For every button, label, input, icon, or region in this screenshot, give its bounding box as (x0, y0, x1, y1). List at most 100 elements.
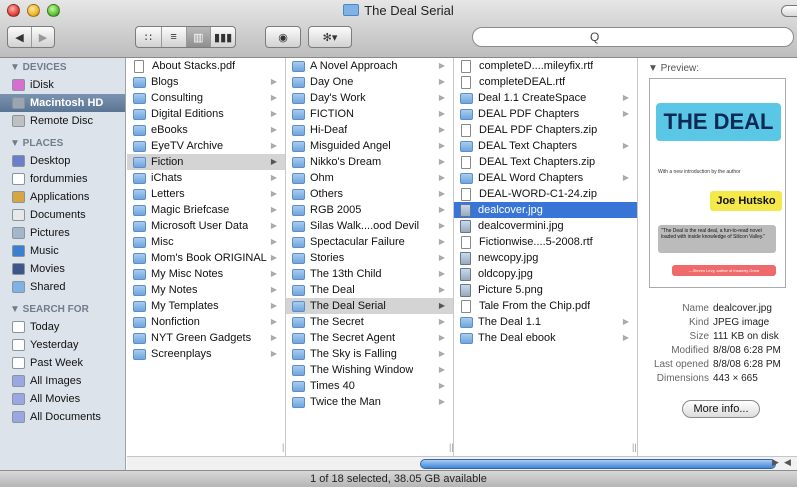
folder-row[interactable]: Magic Briefcase ▶ (127, 202, 285, 218)
scroll-right-arrow[interactable]: ▶ (772, 457, 779, 468)
folder-row[interactable]: Misc ▶ (127, 234, 285, 250)
folder-row[interactable]: Screenplays ▶ (127, 346, 285, 362)
folder-row[interactable]: eBooks ▶ (127, 122, 285, 138)
back-button[interactable]: ◀ (8, 27, 31, 47)
file-row[interactable]: completeDEAL.rtf (454, 74, 637, 90)
folder-row[interactable]: Blogs ▶ (127, 74, 285, 90)
folder-row[interactable]: The Deal ebook ▶ (454, 330, 637, 346)
folder-row[interactable]: My Misc Notes ▶ (127, 266, 285, 282)
file-row[interactable]: DEAL-WORD-C1-24.zip (454, 186, 637, 202)
folder-row[interactable]: Misguided Angel ▶ (286, 138, 453, 154)
icon-view-button[interactable]: ∷ (136, 27, 161, 47)
folder-row[interactable]: Spectacular Failure ▶ (286, 234, 453, 250)
sidebar-item-desktop[interactable]: Desktop (0, 152, 125, 170)
file-row[interactable]: Tale From the Chip.pdf (454, 298, 637, 314)
sidebar-item-idisk[interactable]: iDisk (0, 76, 125, 94)
folder-row[interactable]: DEAL PDF Chapters ▶ (454, 106, 637, 122)
folder-row[interactable]: Deal 1.1 CreateSpace ▶ (454, 90, 637, 106)
folder-row[interactable]: Mom's Book ORIGINAL ▶ (127, 250, 285, 266)
folder-row[interactable]: The Deal Serial ▶ (286, 298, 453, 314)
file-row[interactable]: dealcovermini.jpg (454, 218, 637, 234)
file-row[interactable]: Fictionwise....5-2008.rtf (454, 234, 637, 250)
sidebar-item-movies[interactable]: Movies (0, 260, 125, 278)
folder-row[interactable]: NYT Green Gadgets ▶ (127, 330, 285, 346)
column-view-button[interactable]: ▥ (185, 27, 211, 47)
sidebar-item-label: Past Week (30, 357, 83, 369)
sidebar-item-applications[interactable]: Applications (0, 188, 125, 206)
column-resize-handle[interactable]: || (449, 442, 453, 452)
sidebar-item-yesterday[interactable]: Yesterday (0, 336, 125, 354)
column-3[interactable]: completeD....mileyfix.rtf completeDEAL.rt… (454, 58, 638, 456)
folder-row[interactable]: Consulting ▶ (127, 90, 285, 106)
file-row[interactable]: DEAL Text Chapters.zip (454, 154, 637, 170)
folder-row[interactable]: iChats ▶ (127, 170, 285, 186)
toolbar-toggle-button[interactable] (781, 5, 797, 17)
sidebar-item-today[interactable]: Today (0, 318, 125, 336)
more-info-button[interactable]: More info... (682, 400, 760, 418)
file-row[interactable]: newcopy.jpg (454, 250, 637, 266)
item-label: RGB 2005 (310, 204, 362, 216)
sidebar-item-past-week[interactable]: Past Week (0, 354, 125, 372)
file-row[interactable]: completeD....mileyfix.rtf (454, 58, 637, 74)
column-2[interactable]: A Novel Approach ▶ Day One ▶ Day's Work ▶ FICT… (286, 58, 454, 456)
folder-row[interactable]: Day's Work ▶ (286, 90, 453, 106)
folder-row[interactable]: The 13th Child ▶ (286, 266, 453, 282)
file-row[interactable]: DEAL PDF Chapters.zip (454, 122, 637, 138)
folder-row[interactable]: DEAL Text Chapters ▶ (454, 138, 637, 154)
sidebar-item-fordummies[interactable]: fordummies (0, 170, 125, 188)
folder-row[interactable]: Twice the Man ▶ (286, 394, 453, 410)
item-label: dealcover.jpg (478, 204, 543, 216)
column-resize-handle[interactable]: || (632, 442, 637, 452)
folder-row[interactable]: Ohm ▶ (286, 170, 453, 186)
file-row[interactable]: dealcover.jpg (454, 202, 637, 218)
folder-row[interactable]: Others ▶ (286, 186, 453, 202)
sidebar-item-remote-disc[interactable]: Remote Disc (0, 112, 125, 130)
sidebar-item-all-documents[interactable]: All Documents (0, 408, 125, 426)
folder-row[interactable]: Times 40 ▶ (286, 378, 453, 394)
folder-row[interactable]: The Sky is Falling ▶ (286, 346, 453, 362)
action-menu-button[interactable]: ✻▾ (308, 26, 352, 48)
folder-row[interactable]: Digital Editions ▶ (127, 106, 285, 122)
search-input[interactable]: Q (472, 27, 794, 47)
folder-row[interactable]: FICTION ▶ (286, 106, 453, 122)
folder-row[interactable]: The Wishing Window ▶ (286, 362, 453, 378)
folder-row[interactable]: The Deal ▶ (286, 282, 453, 298)
scroll-left-arrow[interactable]: ◀ (784, 457, 791, 468)
quick-look-button[interactable]: ◉ (265, 26, 301, 48)
file-row[interactable]: Picture 5.png (454, 282, 637, 298)
folder-row[interactable]: My Notes ▶ (127, 282, 285, 298)
horizontal-scrollbar[interactable]: ▶ ◀ (127, 456, 797, 470)
scroll-thumb[interactable] (420, 459, 776, 469)
folder-row[interactable]: Silas Walk....ood Devil ▶ (286, 218, 453, 234)
folder-row[interactable]: Day One ▶ (286, 74, 453, 90)
sidebar-item-music[interactable]: Music (0, 242, 125, 260)
sidebar-item-all-movies[interactable]: All Movies (0, 390, 125, 408)
folder-row[interactable]: The Secret Agent ▶ (286, 330, 453, 346)
folder-row[interactable]: Nonfiction ▶ (127, 314, 285, 330)
column-1[interactable]: About Stacks.pdf Blogs ▶ Consulting ▶ Digital… (127, 58, 286, 456)
folder-row[interactable]: Letters ▶ (127, 186, 285, 202)
folder-row[interactable]: DEAL Word Chapters ▶ (454, 170, 637, 186)
folder-row[interactable]: Stories ▶ (286, 250, 453, 266)
folder-row[interactable]: Hi-Deaf ▶ (286, 122, 453, 138)
sidebar-item-shared[interactable]: Shared (0, 278, 125, 296)
folder-row[interactable]: RGB 2005 ▶ (286, 202, 453, 218)
sidebar-item-macintosh-hd[interactable]: Macintosh HD (0, 94, 125, 112)
folder-row[interactable]: Nikko's Dream ▶ (286, 154, 453, 170)
file-row[interactable]: About Stacks.pdf (127, 58, 285, 74)
sidebar-item-documents[interactable]: Documents (0, 206, 125, 224)
folder-row[interactable]: My Templates ▶ (127, 298, 285, 314)
folder-row[interactable]: EyeTV Archive ▶ (127, 138, 285, 154)
folder-row[interactable]: The Deal 1.1 ▶ (454, 314, 637, 330)
folder-row[interactable]: The Secret ▶ (286, 314, 453, 330)
folder-row[interactable]: Microsoft User Data ▶ (127, 218, 285, 234)
list-view-button[interactable]: ≡ (160, 27, 186, 47)
sidebar-item-all-images[interactable]: All Images (0, 372, 125, 390)
coverflow-view-button[interactable]: ▮▮▮ (210, 27, 235, 47)
sidebar-item-pictures[interactable]: Pictures (0, 224, 125, 242)
folder-icon (292, 284, 305, 296)
file-row[interactable]: oldcopy.jpg (454, 266, 637, 282)
folder-row[interactable]: Fiction ▶ (127, 154, 285, 170)
folder-row[interactable]: A Novel Approach ▶ (286, 58, 453, 74)
forward-button[interactable]: ▶ (31, 27, 54, 47)
